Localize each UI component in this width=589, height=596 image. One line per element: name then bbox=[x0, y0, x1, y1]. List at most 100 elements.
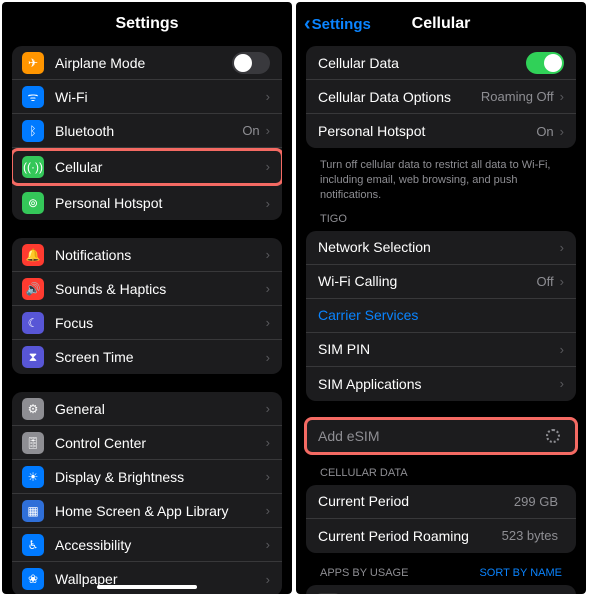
app-row-tiktok[interactable]: ♪TikTok128 GB bbox=[306, 585, 576, 594]
row-value: Roaming Off bbox=[481, 89, 554, 104]
chevron-right-icon: › bbox=[266, 401, 270, 416]
row-label: Wi-Fi bbox=[55, 89, 266, 105]
cellular-top-section: Cellular DataCellular Data OptionsRoamin… bbox=[306, 46, 576, 148]
row-sounds-haptics[interactable]: 🔊 Sounds & Haptics› bbox=[12, 272, 282, 306]
row-label: Carrier Services bbox=[318, 307, 564, 323]
row-network-selection[interactable]: Network Selection› bbox=[306, 231, 576, 265]
chevron-right-icon: › bbox=[266, 503, 270, 518]
hotspot-icon: ⊚ bbox=[22, 192, 44, 214]
cellular-content: Cellular DataCellular Data OptionsRoamin… bbox=[296, 46, 586, 594]
gear-icon: ⚙ bbox=[22, 398, 44, 420]
row-label: Cellular Data bbox=[318, 55, 526, 71]
row-label: Airplane Mode bbox=[55, 55, 232, 71]
speaker-icon: 🔊 bbox=[22, 278, 44, 300]
add-esim-section: Add eSIM bbox=[306, 419, 576, 453]
flower-icon: ❀ bbox=[22, 568, 44, 590]
row-personal-hotspot[interactable]: Personal HotspotOn› bbox=[306, 114, 576, 148]
row-bluetooth[interactable]: ᛒBluetoothOn› bbox=[12, 114, 282, 148]
row-notifications[interactable]: 🔔 Notifications› bbox=[12, 238, 282, 272]
row-label: Display & Brightness bbox=[55, 469, 266, 485]
row-accessibility[interactable]: ♿︎Accessibility› bbox=[12, 528, 282, 562]
row-personal-hotspot[interactable]: ⊚ Personal Hotspot› bbox=[12, 186, 282, 220]
row-home-screen-app-library[interactable]: ▦Home Screen & App Library› bbox=[12, 494, 282, 528]
row-label: Home Screen & App Library bbox=[55, 503, 266, 519]
settings-screen: Settings ✈ Airplane Mode ᯤWi-Fi›ᛒBluetooth… bbox=[2, 2, 292, 594]
row-label: Sounds & Haptics bbox=[55, 281, 266, 297]
home-indicator[interactable] bbox=[97, 585, 197, 589]
chevron-right-icon: › bbox=[266, 196, 270, 211]
bell-icon: 🔔 bbox=[22, 244, 44, 266]
row-label: Current Period Roaming bbox=[318, 528, 502, 544]
row-label: Accessibility bbox=[55, 537, 266, 553]
row-wi-fi-calling[interactable]: Wi-Fi CallingOff› bbox=[306, 265, 576, 299]
row-cellular[interactable]: ((·))Cellular› bbox=[12, 150, 282, 184]
cellular-screen: ‹ Settings Cellular Cellular DataCellula… bbox=[296, 2, 586, 594]
apps-header: APPS BY USAGE SORT BY NAME bbox=[306, 567, 576, 585]
chevron-right-icon: › bbox=[560, 376, 564, 391]
row-label: SIM PIN bbox=[318, 341, 560, 357]
row-general[interactable]: ⚙General› bbox=[12, 392, 282, 426]
chevron-right-icon: › bbox=[266, 469, 270, 484]
row-sim-pin[interactable]: SIM PIN› bbox=[306, 333, 576, 367]
chevron-right-icon: › bbox=[266, 247, 270, 262]
chevron-right-icon: › bbox=[266, 123, 270, 138]
tigo-section: Network Selection›Wi-Fi CallingOff›Carri… bbox=[306, 231, 576, 401]
chevron-right-icon: › bbox=[266, 281, 270, 296]
row-wi-fi[interactable]: ᯤWi-Fi› bbox=[12, 80, 282, 114]
chevron-right-icon: › bbox=[266, 89, 270, 104]
row-label: Control Center bbox=[55, 435, 266, 451]
chevron-right-icon: › bbox=[266, 572, 270, 587]
chevron-right-icon: › bbox=[560, 124, 564, 139]
row-sim-applications[interactable]: SIM Applications› bbox=[306, 367, 576, 401]
settings-content: ✈ Airplane Mode ᯤWi-Fi›ᛒBluetoothOn›((·))C… bbox=[2, 46, 292, 594]
row-label: Current Period bbox=[318, 493, 514, 509]
hourglass-icon: ⧗ bbox=[22, 346, 44, 368]
row-cellular-data-options[interactable]: Cellular Data OptionsRoaming Off› bbox=[306, 80, 576, 114]
row-cellular-data[interactable]: Cellular Data bbox=[306, 46, 576, 80]
row-airplane-mode[interactable]: ✈ Airplane Mode bbox=[12, 46, 282, 80]
airplane-icon: ✈ bbox=[22, 52, 44, 74]
row-label: Bluetooth bbox=[55, 123, 242, 139]
toggle-switch[interactable] bbox=[526, 52, 564, 74]
sort-by-name-link[interactable]: SORT BY NAME bbox=[479, 567, 562, 579]
toggles-icon: 🎚 bbox=[22, 432, 44, 454]
row-value: 523 bytes bbox=[502, 528, 558, 543]
app-text: TikTok128 GB bbox=[350, 592, 526, 594]
row-control-center[interactable]: 🎚 Control Center› bbox=[12, 426, 282, 460]
chevron-right-icon: › bbox=[560, 240, 564, 255]
row-screen-time[interactable]: ⧗Screen Time› bbox=[12, 340, 282, 374]
chevron-right-icon: › bbox=[266, 435, 270, 450]
add-esim-label: Add eSIM bbox=[318, 428, 546, 444]
row-label: Wi-Fi Calling bbox=[318, 273, 537, 289]
row-focus[interactable]: ☾Focus› bbox=[12, 306, 282, 340]
row-label: Network Selection bbox=[318, 239, 560, 255]
row-label: Personal Hotspot bbox=[55, 195, 266, 211]
chevron-left-icon: ‹ bbox=[304, 13, 311, 36]
chevron-right-icon: › bbox=[266, 159, 270, 174]
row-display-brightness[interactable]: ☀Display & Brightness› bbox=[12, 460, 282, 494]
row-label: Personal Hotspot bbox=[318, 123, 536, 139]
settings-section: ✈ Airplane Mode ᯤWi-Fi›ᛒBluetoothOn›((·))C… bbox=[12, 46, 282, 220]
row-wallpaper[interactable]: ❀Wallpaper› bbox=[12, 562, 282, 594]
chevron-right-icon: › bbox=[560, 89, 564, 104]
chevron-right-icon: › bbox=[266, 315, 270, 330]
toggle-switch[interactable] bbox=[232, 52, 270, 74]
add-esim-row[interactable]: Add eSIM bbox=[306, 419, 576, 453]
row-value: Off bbox=[537, 274, 554, 289]
settings-title: Settings bbox=[115, 15, 178, 33]
row-label: Focus bbox=[55, 315, 266, 331]
settings-section: 🔔Notifications›🔊Sounds & Haptics›☾Focus›… bbox=[12, 238, 282, 374]
app-name: TikTok bbox=[350, 592, 526, 594]
back-label: Settings bbox=[312, 16, 371, 33]
row-label: Cellular bbox=[55, 159, 266, 175]
row-carrier-services[interactable]: Carrier Services bbox=[306, 299, 576, 333]
apps-header-label: APPS BY USAGE bbox=[320, 567, 408, 579]
section-footer: Turn off cellular data to restrict all d… bbox=[306, 152, 576, 217]
apps-section: ♪TikTok128 GBInstagram bbox=[306, 585, 576, 594]
back-button[interactable]: ‹ Settings bbox=[304, 13, 371, 36]
cellular-data-header: CELLULAR DATA bbox=[306, 467, 576, 485]
tigo-header: TIGO bbox=[306, 213, 576, 231]
row-label: Notifications bbox=[55, 247, 266, 263]
row-current-period[interactable]: Current Period299 GB bbox=[306, 485, 576, 519]
row-current-period-roaming[interactable]: Current Period Roaming523 bytes bbox=[306, 519, 576, 553]
